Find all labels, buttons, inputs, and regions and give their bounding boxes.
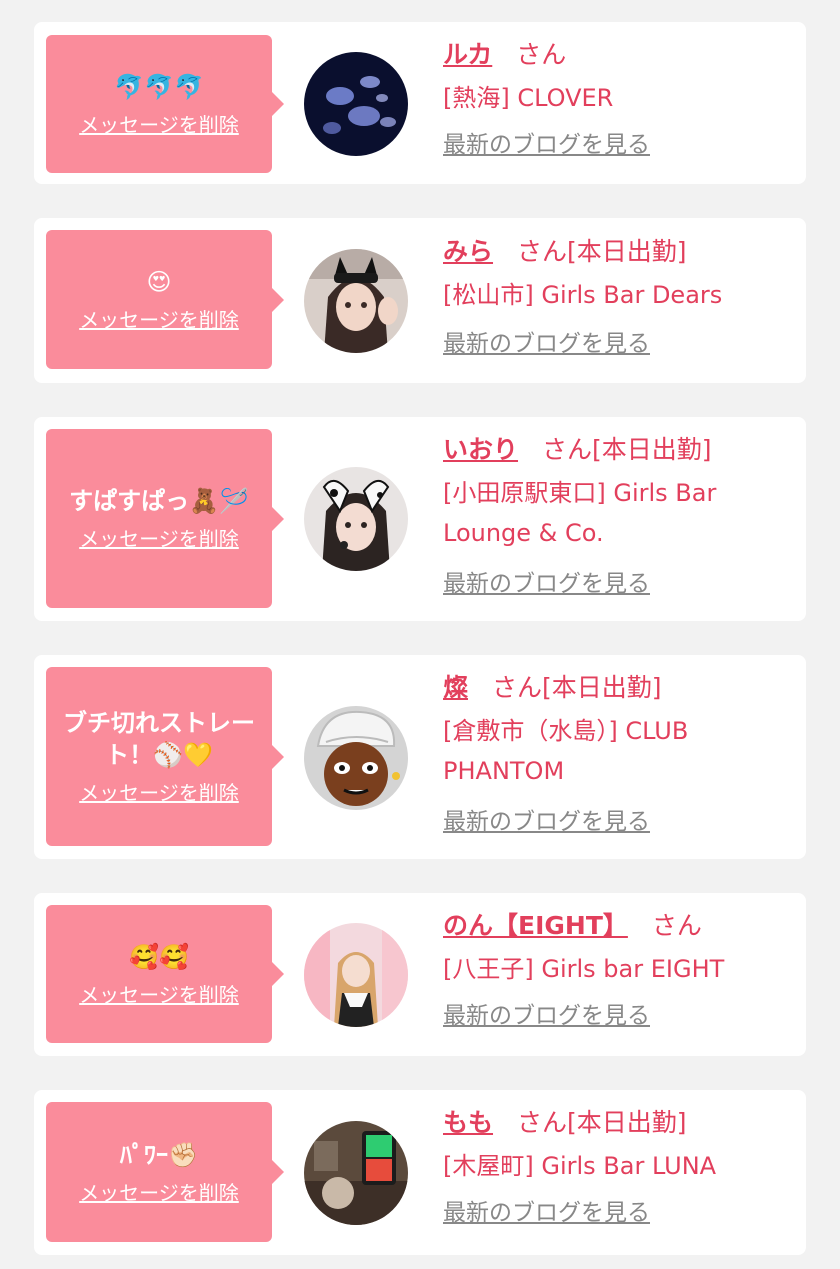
honorific: さん	[651, 911, 702, 940]
delete-message-link[interactable]: メッセージを削除	[79, 109, 239, 138]
status-badge: [本日出勤]	[592, 435, 712, 464]
shop-name: [小田原駅東口] Girls Bar Lounge & Co.	[443, 479, 717, 547]
latest-blog-link[interactable]: 最新のブログを見る	[443, 807, 786, 837]
latest-blog-link[interactable]: 最新のブログを見る	[443, 1198, 786, 1228]
delete-message-link[interactable]: メッセージを削除	[79, 304, 239, 333]
delete-message-link[interactable]: メッセージを削除	[79, 979, 239, 1008]
message-bubble: すぱすぱっ🧸🪡 メッセージを削除	[46, 429, 284, 608]
message-bubble: 🐬🐬🐬 メッセージを削除	[46, 35, 284, 173]
message-card: すぱすぱっ🧸🪡 メッセージを削除 いおり さん[本日出勤] [小田原駅東口] Gi…	[34, 417, 806, 621]
latest-blog-link[interactable]: 最新のブログを見る	[443, 329, 786, 359]
honorific: さん	[542, 435, 593, 464]
cast-info: のん【EIGHT】 さん [八王子] Girls bar EIGHT 最新のブログ…	[443, 909, 786, 1031]
delete-message-link[interactable]: メッセージを削除	[79, 523, 239, 552]
message-text: 🐬🐬🐬	[114, 72, 204, 101]
cast-name-link[interactable]: のん【EIGHT】	[443, 911, 628, 940]
message-text: ブチ切れストレート！⚾💛	[63, 709, 255, 769]
cast-name-link[interactable]: いおり	[443, 435, 518, 464]
message-text: すぱすぱっ🧸🪡	[69, 487, 249, 515]
name-row: もも さん[本日出勤]	[443, 1106, 786, 1140]
avatar[interactable]	[304, 249, 408, 353]
message-card: 🥰🥰 メッセージを削除 のん【EIGHT】 さん [八王子] Girls bar …	[34, 893, 806, 1056]
message-bubble: ﾊﾟﾜｰ✊🏻 メッセージを削除	[46, 1102, 284, 1242]
honorific: さん	[492, 673, 543, 702]
message-card: 😍 メッセージを削除 みら さん[本日出勤] [松山市] Girls Bar De…	[34, 218, 806, 383]
cast-info: もも さん[本日出勤] [木屋町] Girls Bar LUNA 最新のブログを見…	[443, 1106, 786, 1228]
status-badge: [本日出勤]	[542, 673, 662, 702]
shop-name: [松山市] Girls Bar Dears	[443, 281, 723, 309]
name-row: いおり さん[本日出勤]	[443, 433, 786, 467]
cast-name-link[interactable]: ルカ	[443, 40, 492, 69]
avatar[interactable]	[304, 706, 408, 810]
message-card: 🐬🐬🐬 メッセージを削除 ルカ さん [熱海] CLOVER 最新のブログを見る	[34, 22, 806, 184]
honorific: さん	[516, 40, 567, 69]
avatar[interactable]	[304, 52, 408, 156]
message-card: ﾊﾟﾜｰ✊🏻 メッセージを削除 もも さん[本日出勤] [木屋町] Girls B…	[34, 1090, 806, 1255]
avatar[interactable]	[304, 923, 408, 1027]
cast-name-link[interactable]: みら	[443, 237, 493, 266]
name-row: のん【EIGHT】 さん	[443, 909, 786, 943]
message-bubble: 🥰🥰 メッセージを削除	[46, 905, 284, 1043]
avatar[interactable]	[304, 1121, 408, 1225]
message-bubble: 😍 メッセージを削除	[46, 230, 284, 369]
honorific: さん	[517, 237, 568, 266]
cast-info: みら さん[本日出勤] [松山市] Girls Bar Dears 最新のブログを…	[443, 235, 786, 359]
message-text: 😍	[146, 268, 172, 296]
name-row: ルカ さん	[443, 38, 786, 72]
shop-name: [木屋町] Girls Bar LUNA	[443, 1152, 717, 1180]
cast-info: ルカ さん [熱海] CLOVER 最新のブログを見る	[443, 38, 786, 160]
delete-message-link[interactable]: メッセージを削除	[79, 1177, 239, 1206]
avatar[interactable]	[304, 467, 408, 571]
shop-name: [八王子] Girls bar EIGHT	[443, 955, 725, 983]
status-badge: [本日出勤]	[567, 1108, 687, 1137]
message-card: ブチ切れストレート！⚾💛 メッセージを削除 燦さん[本日出勤] [倉敷市（水島）…	[34, 655, 806, 859]
message-bubble: ブチ切れストレート！⚾💛 メッセージを削除	[46, 667, 284, 846]
shop-name: [熱海] CLOVER	[443, 84, 614, 112]
shop-name: [倉敷市（水島）] CLUB PHANTOM	[443, 717, 689, 785]
latest-blog-link[interactable]: 最新のブログを見る	[443, 130, 786, 160]
honorific: さん	[517, 1108, 568, 1137]
status-badge: [本日出勤]	[567, 237, 687, 266]
latest-blog-link[interactable]: 最新のブログを見る	[443, 569, 786, 599]
name-row: みら さん[本日出勤]	[443, 235, 786, 269]
name-row: 燦さん[本日出勤]	[443, 671, 786, 705]
message-text: 🥰🥰	[129, 942, 189, 971]
message-text: ﾊﾟﾜｰ✊🏻	[120, 1140, 198, 1169]
cast-name-link[interactable]: もも	[443, 1108, 493, 1137]
delete-message-link[interactable]: メッセージを削除	[79, 777, 239, 806]
latest-blog-link[interactable]: 最新のブログを見る	[443, 1001, 786, 1031]
cast-name-link[interactable]: 燦	[443, 673, 468, 702]
cast-info: いおり さん[本日出勤] [小田原駅東口] Girls Bar Lounge & …	[443, 433, 786, 599]
cast-info: 燦さん[本日出勤] [倉敷市（水島）] CLUB PHANTOM 最新のブログを…	[443, 671, 786, 837]
